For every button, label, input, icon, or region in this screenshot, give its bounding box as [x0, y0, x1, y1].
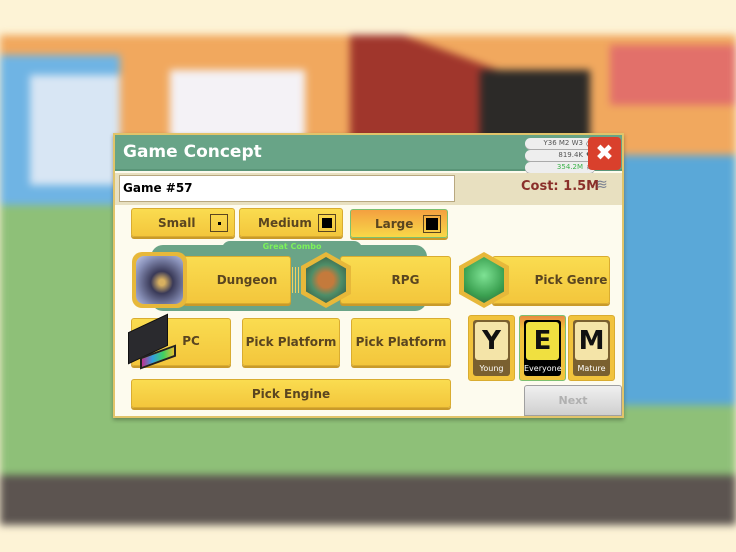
rating-young-letter: Y: [475, 322, 508, 360]
genre-rpg-button[interactable]: RPG: [340, 256, 451, 304]
size-small-label: Small: [158, 215, 196, 230]
pc-computer-icon: [126, 313, 184, 373]
medium-size-icon: [318, 214, 336, 232]
pick-genre-label: Pick Genre: [534, 273, 608, 287]
close-button[interactable]: ✖: [588, 137, 621, 170]
large-size-icon: [423, 215, 441, 233]
next-button[interactable]: Next: [524, 385, 622, 416]
small-size-icon: [210, 214, 228, 232]
dialog-title: Game Concept: [123, 142, 262, 162]
rating-everyone-label: Everyone: [524, 364, 562, 373]
pick-platform-button-1[interactable]: Pick Platform: [242, 318, 340, 366]
date-readout: Y36 M2 W3◷: [525, 138, 595, 149]
rating-young-button[interactable]: Y Young: [468, 315, 515, 381]
rating-mature-button[interactable]: M Mature: [568, 315, 615, 381]
size-small-button[interactable]: Small: [131, 208, 235, 237]
platform-pc-label: PC: [182, 334, 200, 348]
topic-label: Dungeon: [216, 273, 278, 287]
combo-label: Great Combo: [262, 242, 322, 251]
rating-everyone-button[interactable]: E Everyone: [519, 315, 566, 381]
rating-everyone-letter: E: [526, 322, 559, 360]
money-text: 354.2M: [556, 163, 583, 171]
genre-rpg-label: RPG: [391, 273, 420, 287]
money-readout: 354.2M≋: [525, 162, 595, 173]
close-x-icon: ✖: [595, 141, 614, 166]
rating-young-label: Young: [479, 364, 504, 373]
size-medium-button[interactable]: Medium: [239, 208, 343, 237]
dungeon-cave-icon: [132, 252, 187, 308]
topic-button[interactable]: Dungeon: [183, 256, 291, 304]
rating-mature-label: Mature: [577, 364, 606, 373]
pick-engine-label: Pick Engine: [251, 386, 331, 401]
size-medium-label: Medium: [258, 215, 312, 230]
pick-engine-button[interactable]: Pick Engine: [131, 379, 451, 408]
coins-icon: ≋: [596, 177, 608, 193]
fans-text: 819.4K: [558, 151, 583, 159]
game-name-input[interactable]: Game #57: [119, 175, 455, 202]
date-text: Y36 M2 W3: [543, 139, 583, 147]
rating-mature-letter: M: [575, 322, 608, 360]
pick-platform-label-2: Pick Platform: [355, 335, 447, 349]
fans-readout: 819.4K♥: [525, 150, 595, 161]
pick-platform-button-2[interactable]: Pick Platform: [351, 318, 451, 366]
size-large-label: Large: [375, 216, 414, 231]
game-concept-dialog: Game Concept Y36 M2 W3◷ 819.4K♥ 354.2M≋ …: [113, 133, 624, 418]
pick-platform-label-1: Pick Platform: [245, 335, 337, 349]
cost-label: Cost: 1.5M: [521, 179, 600, 194]
size-large-button[interactable]: Large: [350, 209, 448, 238]
pick-genre-button[interactable]: Pick Genre: [492, 256, 610, 304]
